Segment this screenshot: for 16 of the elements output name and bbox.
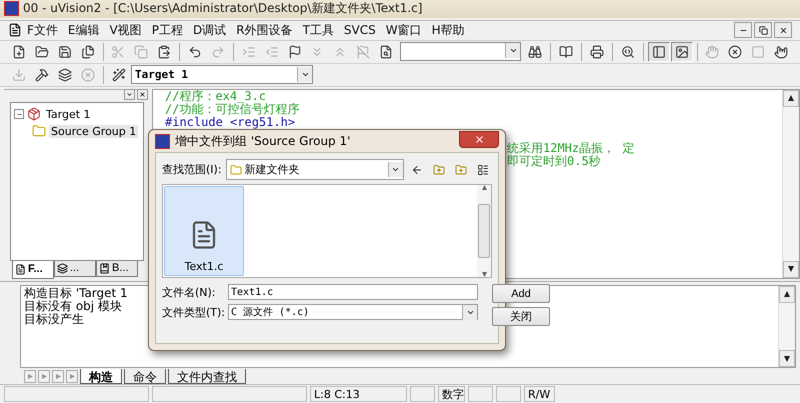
- code-line: //程序：ex4_3.c: [165, 90, 266, 103]
- code-line: 统采用12MHz晶振， 定: [507, 142, 634, 155]
- code-line: #include <reg51.h>: [165, 116, 296, 129]
- status-position: L:8 C:13: [310, 386, 407, 402]
- output-line: 目标没产生: [24, 312, 84, 326]
- file-type-label: 文件类型(T):: [162, 304, 224, 320]
- look-in-label: 查找范围(I):: [162, 162, 222, 177]
- output-line: 构造目标 'Target 1: [24, 286, 128, 300]
- status-num: 数字: [438, 386, 465, 402]
- status-mode: R/W: [524, 386, 555, 402]
- output-line: 目标没有 obj 模块: [24, 300, 122, 313]
- window-title: 00 - uVision2 - [C:\Users\Administrator\Desktop\新建文件夹\Text1.c]: [23, 0, 422, 18]
- dialog-title: 增中文件到组 'Source Group 1': [175, 132, 352, 150]
- file-name-label: 文件名(N):: [162, 284, 217, 300]
- code-line: //功能：可控信号灯程序: [165, 102, 300, 116]
- code-line: 即可定时到0.5秒: [507, 154, 601, 168]
